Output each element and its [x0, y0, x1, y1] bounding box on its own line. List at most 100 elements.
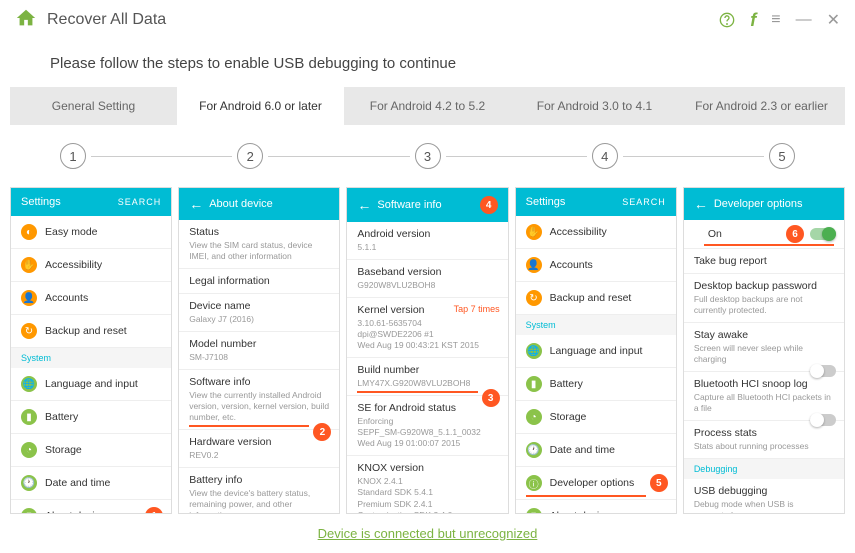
- accessibility-icon: ✋: [21, 257, 37, 273]
- panel-3: ← Software info 4 Android version5.1.1 Bas…: [346, 187, 508, 514]
- tab-android30[interactable]: For Android 3.0 to 4.1: [511, 87, 678, 125]
- panel-2: ←About device StatusView the SIM card st…: [178, 187, 340, 514]
- facebook-icon[interactable]: f: [750, 10, 756, 31]
- status-link[interactable]: Device is connected but unrecognized: [318, 526, 538, 541]
- storage-icon: ◔: [21, 442, 37, 458]
- help-icon[interactable]: [719, 12, 735, 28]
- list-item-about[interactable]: ⓘAbout device1: [11, 500, 171, 513]
- list-item[interactable]: Process statsStats about running process…: [684, 421, 844, 459]
- panel-5: ← Developer options On6 Take bug report D…: [683, 187, 845, 514]
- datetime-icon: 🕐: [526, 442, 542, 458]
- language-icon: 🌐: [21, 376, 37, 392]
- list-item[interactable]: ◔Storage: [516, 401, 676, 434]
- search-label[interactable]: SEARCH: [118, 197, 162, 207]
- list-item[interactable]: 🕐Date and time: [11, 467, 171, 500]
- panel-3-title: Software info: [377, 199, 441, 211]
- badge-1: 1: [145, 507, 163, 513]
- dev-icon: ⓘ: [526, 475, 542, 491]
- storage-icon: ◔: [526, 409, 542, 425]
- backup-icon: ↻: [21, 323, 37, 339]
- list-item[interactable]: Device nameGalaxy J7 (2016): [179, 294, 339, 332]
- list-item-dev-options[interactable]: ⓘDeveloper options5: [516, 467, 676, 500]
- badge-4: 4: [480, 196, 498, 214]
- list-item[interactable]: Hardware versionREV0.2: [179, 430, 339, 468]
- toggle-on[interactable]: [810, 228, 836, 240]
- list-item-software-info[interactable]: Software infoView the currently installe…: [179, 370, 339, 430]
- back-icon[interactable]: ←: [357, 197, 371, 213]
- minimize-icon[interactable]: —: [796, 11, 812, 29]
- panel-4: Settings SEARCH ✋Accessibility 👤Accounts…: [515, 187, 677, 514]
- step-indicator: 1 2 3 4 5: [0, 125, 855, 187]
- list-item[interactable]: ◐Easy mode: [11, 216, 171, 249]
- search-label[interactable]: SEARCH: [622, 197, 666, 207]
- menu-icon[interactable]: ≡: [771, 11, 780, 29]
- info-icon: ⓘ: [21, 508, 37, 513]
- section-header: Debugging: [684, 459, 844, 479]
- tab-android23[interactable]: For Android 2.3 or earlier: [678, 87, 845, 125]
- list-item[interactable]: Bluetooth HCI snoop logCapture all Bluet…: [684, 372, 844, 421]
- list-item[interactable]: ◔Storage: [11, 434, 171, 467]
- list-item[interactable]: 🌐Language and input: [516, 335, 676, 368]
- panel-5-title: Developer options: [714, 198, 803, 210]
- list-item[interactable]: ↻Backup and reset: [11, 315, 171, 348]
- list-item[interactable]: ▮Battery: [11, 401, 171, 434]
- close-icon[interactable]: ✕: [827, 10, 840, 30]
- step-4: 4: [592, 143, 618, 169]
- list-item[interactable]: ⓘAbout device: [516, 500, 676, 513]
- tab-android42[interactable]: For Android 4.2 to 5.2: [344, 87, 511, 125]
- list-item[interactable]: Battery infoView the device's battery st…: [179, 468, 339, 513]
- list-item[interactable]: Take bug report: [684, 249, 844, 274]
- list-item[interactable]: 👤Accounts: [516, 249, 676, 282]
- tabs: General Setting For Android 6.0 or later…: [10, 87, 845, 125]
- list-item[interactable]: ▮Battery: [516, 368, 676, 401]
- footer: Device is connected but unrecognized: [0, 514, 855, 553]
- list-item[interactable]: 👤Accounts: [11, 282, 171, 315]
- list-item[interactable]: Desktop backup passwordFull desktop back…: [684, 274, 844, 323]
- list-item[interactable]: StatusView the SIM card status, device I…: [179, 220, 339, 269]
- list-item[interactable]: 🕐Date and time: [516, 434, 676, 467]
- list-item[interactable]: Kernel version3.10.61-5635704 dpi@SWDE22…: [347, 298, 507, 358]
- list-item[interactable]: Android version5.1.1: [347, 222, 507, 260]
- panel-1-title: Settings: [21, 196, 61, 208]
- list-item[interactable]: Model numberSM-J7108: [179, 332, 339, 370]
- list-item[interactable]: SE for Android statusEnforcing SEPF_SM-G…: [347, 396, 507, 456]
- battery-icon: ▮: [21, 409, 37, 425]
- back-icon[interactable]: ←: [189, 196, 203, 212]
- list-item[interactable]: ✋Accessibility: [11, 249, 171, 282]
- battery-icon: ▮: [526, 376, 542, 392]
- list-item[interactable]: 🌐Language and input: [11, 368, 171, 401]
- tab-general[interactable]: General Setting: [10, 87, 177, 125]
- accounts-icon: 👤: [526, 257, 542, 273]
- dev-options-on[interactable]: On6: [684, 220, 844, 249]
- panel-4-header: Settings SEARCH: [516, 188, 676, 216]
- step-1: 1: [60, 143, 86, 169]
- list-item-usb-debugging[interactable]: USB debuggingDebug mode when USB is conn…: [684, 479, 844, 513]
- list-item[interactable]: ✋Accessibility: [516, 216, 676, 249]
- step-3: 3: [415, 143, 441, 169]
- section-header: System: [11, 348, 171, 368]
- instruction-text: Please follow the steps to enable USB de…: [0, 40, 855, 77]
- list-item[interactable]: Baseband versionG920W8VLU2BOH8: [347, 260, 507, 298]
- back-icon[interactable]: ←: [694, 196, 708, 212]
- panel-1: Settings SEARCH ◐Easy mode ✋Accessibilit…: [10, 187, 172, 514]
- datetime-icon: 🕐: [21, 475, 37, 491]
- panel-5-header: ← Developer options: [684, 188, 844, 220]
- panel-2-header: ←About device: [179, 188, 339, 220]
- accounts-icon: 👤: [21, 290, 37, 306]
- step-5: 5: [769, 143, 795, 169]
- app-title: Recover All Data: [47, 11, 166, 29]
- list-item[interactable]: Stay awakeScreen will never sleep while …: [684, 323, 844, 372]
- tap-hint: Tap 7 times: [454, 304, 500, 314]
- accessibility-icon: ✋: [526, 224, 542, 240]
- tab-android6[interactable]: For Android 6.0 or later: [177, 87, 344, 125]
- panel-1-header: Settings SEARCH: [11, 188, 171, 216]
- easy-mode-icon: ◐: [21, 224, 37, 240]
- badge-5: 5: [650, 474, 668, 492]
- panel-3-header: ← Software info 4: [347, 188, 507, 222]
- list-item[interactable]: KNOX versionKNOX 2.4.1 Standard SDK 5.4.…: [347, 456, 507, 513]
- list-item-build-number[interactable]: Build numberLMY47X.G920W8VLU2BOH83: [347, 358, 507, 396]
- step-2: 2: [237, 143, 263, 169]
- home-icon[interactable]: [15, 7, 37, 34]
- list-item[interactable]: Legal information: [179, 269, 339, 294]
- list-item[interactable]: ↻Backup and reset: [516, 282, 676, 315]
